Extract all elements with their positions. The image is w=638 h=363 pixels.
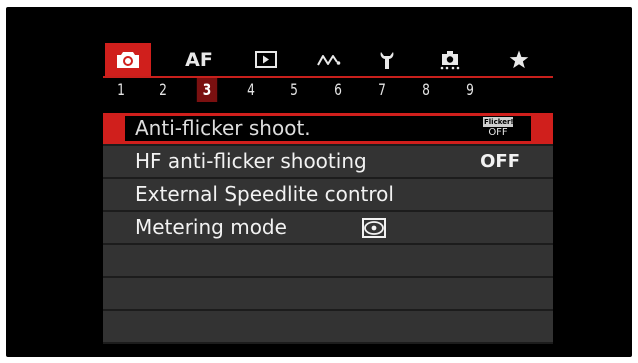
evaluative-metering-icon (362, 218, 386, 238)
tab-wireless[interactable] (308, 43, 350, 76)
menu-item-label: Metering mode (135, 215, 287, 239)
menu-item-empty (103, 311, 553, 344)
flicker-icon: Flicker! OFF (483, 117, 514, 138)
menu-item-anti-flicker[interactable]: Anti-flicker shoot. Flicker! OFF (103, 113, 553, 146)
tab-shooting[interactable] (105, 43, 151, 76)
custom-function-icon (439, 50, 461, 70)
tab-custom-functions[interactable] (429, 43, 471, 76)
wireless-icon (317, 53, 341, 67)
page-7[interactable]: 7 (372, 78, 392, 102)
page-1[interactable]: 1 (111, 78, 131, 102)
page-6[interactable]: 6 (328, 78, 348, 102)
menu-item-value: OFF (480, 151, 520, 172)
tab-playback[interactable] (246, 43, 286, 76)
page-3[interactable]: 3 (196, 78, 218, 102)
menu-item-metering-mode[interactable]: Metering mode (103, 212, 553, 245)
page-4[interactable]: 4 (241, 78, 261, 102)
menu-item-label: HF anti-flicker shooting (135, 149, 367, 173)
menu-tab-bar: AF (103, 43, 553, 78)
tab-setup[interactable] (367, 43, 407, 76)
tab-af[interactable]: AF (179, 43, 219, 76)
tab-my-menu[interactable] (501, 43, 537, 76)
menu-item-label: External Speedlite control (135, 182, 394, 206)
page-2[interactable]: 2 (153, 78, 173, 102)
menu-item-hf-anti-flicker[interactable]: HF anti-flicker shooting OFF (103, 146, 553, 179)
camera-icon (116, 51, 140, 69)
shooting-menu: AF 1 2 3 4 5 6 7 8 9 Anti-flicker shoot.… (103, 43, 553, 344)
page-9[interactable]: 9 (460, 78, 480, 102)
af-icon: AF (185, 48, 213, 71)
page-5[interactable]: 5 (284, 78, 304, 102)
star-icon (509, 50, 529, 69)
menu-page-indicator: 1 2 3 4 5 6 7 8 9 (103, 78, 553, 102)
menu-item-label: Anti-flicker shoot. (135, 116, 311, 140)
wrench-icon (378, 50, 396, 70)
camera-screen: AF 1 2 3 4 5 6 7 8 9 Anti-flicker shoot.… (6, 7, 632, 357)
page-8[interactable]: 8 (416, 78, 436, 102)
menu-item-external-speedlite[interactable]: External Speedlite control (103, 179, 553, 212)
menu-item-empty (103, 278, 553, 311)
menu-item-empty (103, 245, 553, 278)
playback-icon (255, 51, 277, 68)
